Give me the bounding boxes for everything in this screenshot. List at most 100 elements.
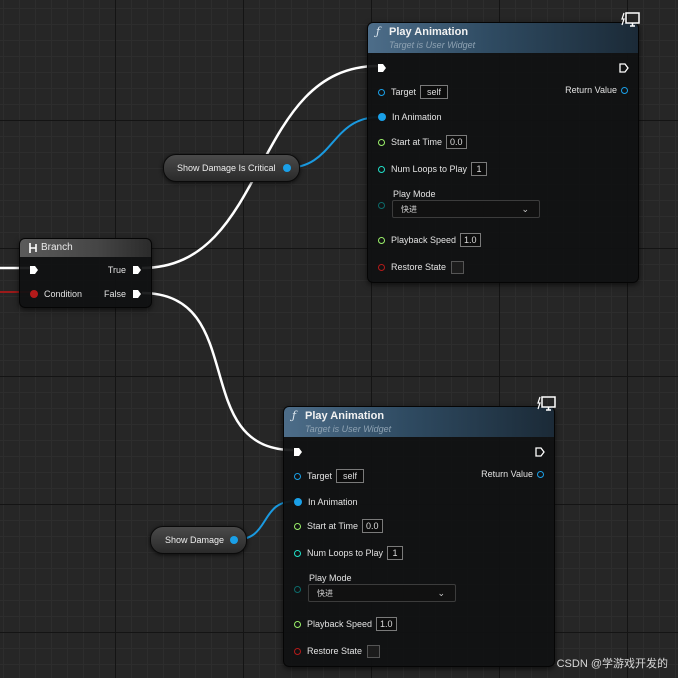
playback-speed-field[interactable]: 1.0	[376, 617, 397, 631]
start-time-label: Start at Time	[307, 521, 359, 531]
target-row[interactable]: Target self	[294, 468, 365, 484]
restore-state-label: Restore State	[307, 646, 363, 656]
branch-true-row[interactable]: True	[108, 262, 143, 278]
variable-output-pin[interactable]	[283, 164, 291, 172]
target-label: Target	[391, 87, 417, 97]
num-loops-label: Num Loops to Play	[391, 164, 468, 174]
anim-wire-critical	[285, 116, 381, 169]
num-loops-field[interactable]: 1	[471, 162, 488, 176]
play-mode-value: 快进	[317, 588, 333, 598]
playback-speed-row[interactable]: Playback Speed 1.0	[378, 232, 481, 248]
num-loops-field[interactable]: 1	[387, 546, 404, 560]
exec-in-row[interactable]	[292, 444, 304, 460]
play-animation-node-1[interactable]: ƒ Play Animation Target is User Widget T…	[367, 12, 640, 283]
target-row[interactable]: Target self	[378, 84, 449, 100]
node-subtitle: Target is User Widget	[305, 424, 392, 434]
num-loops-row[interactable]: Num Loops to Play 1	[294, 545, 404, 561]
play-mode-pin[interactable]	[294, 586, 301, 593]
playback-speed-field[interactable]: 1.0	[460, 233, 481, 247]
exec-out-true-pin[interactable]	[131, 264, 143, 276]
in-animation-pin[interactable]	[294, 498, 302, 506]
branch-false-row[interactable]: False	[104, 286, 143, 302]
play-mode-label: Play Mode	[309, 573, 352, 583]
variable-output-pin[interactable]	[230, 536, 238, 544]
restore-state-pin[interactable]	[294, 647, 301, 655]
play-mode-label: Play Mode	[393, 189, 436, 199]
exec-wire-false	[141, 291, 294, 452]
play-mode-dropdown[interactable]: 快进 ⌄	[308, 584, 456, 602]
exec-out-row[interactable]	[534, 444, 546, 460]
in-animation-label: In Animation	[392, 112, 442, 122]
start-time-row[interactable]: Start at Time 0.0	[294, 518, 383, 534]
branch-condition-row[interactable]: Condition	[30, 286, 82, 302]
return-value-label: Return Value	[565, 85, 617, 95]
restore-state-row[interactable]: Restore State	[378, 259, 465, 275]
in-animation-row[interactable]: In Animation	[294, 494, 358, 510]
target-value-field[interactable]: self	[420, 85, 449, 99]
exec-in-pin[interactable]	[292, 446, 304, 458]
restore-state-checkbox[interactable]	[451, 260, 465, 274]
function-icon: ƒ	[292, 409, 297, 422]
monitor-icon	[621, 12, 640, 27]
exec-in-pin[interactable]	[376, 62, 388, 74]
playback-speed-row[interactable]: Playback Speed 1.0	[294, 616, 397, 632]
start-time-pin[interactable]	[294, 522, 301, 530]
num-loops-pin[interactable]	[294, 549, 301, 557]
restore-state-label: Restore State	[391, 262, 447, 272]
play-animation-node-2[interactable]: ƒ Play Animation Target is User Widget T…	[283, 396, 556, 667]
in-animation-row[interactable]: In Animation	[378, 109, 442, 125]
exec-out-row[interactable]	[618, 60, 630, 76]
play-mode-dropdown[interactable]: 快进 ⌄	[392, 200, 540, 218]
in-animation-label: In Animation	[308, 497, 358, 507]
restore-state-row[interactable]: Restore State	[294, 643, 381, 659]
branch-exec-in-row[interactable]	[28, 262, 40, 278]
exec-out-false-pin[interactable]	[131, 288, 143, 300]
node-header[interactable]: ƒ Play Animation Target is User Widget	[284, 396, 556, 437]
chevron-down-icon: ⌄	[437, 588, 445, 598]
num-loops-label: Num Loops to Play	[307, 548, 384, 558]
num-loops-pin[interactable]	[378, 165, 385, 173]
node-title: Play Animation	[389, 26, 469, 38]
condition-pin[interactable]	[30, 290, 38, 298]
show-damage-node[interactable]: Show Damage	[150, 526, 247, 554]
branch-header[interactable]: Branch	[20, 239, 151, 257]
return-value-row[interactable]: Return Value	[481, 466, 544, 482]
playback-speed-pin[interactable]	[294, 620, 301, 628]
target-pin[interactable]	[378, 88, 385, 96]
start-time-field[interactable]: 0.0	[362, 519, 383, 533]
branch-icon	[29, 243, 37, 253]
start-time-pin[interactable]	[378, 138, 385, 146]
monitor-icon	[537, 396, 556, 411]
target-value-field[interactable]: self	[336, 469, 365, 483]
start-time-field[interactable]: 0.0	[446, 135, 467, 149]
return-value-row[interactable]: Return Value	[565, 82, 628, 98]
num-loops-row[interactable]: Num Loops to Play 1	[378, 161, 488, 177]
exec-out-pin[interactable]	[534, 446, 546, 458]
in-animation-pin[interactable]	[378, 113, 386, 121]
return-value-pin[interactable]	[537, 470, 544, 478]
play-mode-pin[interactable]	[378, 202, 385, 209]
play-mode-value: 快进	[401, 204, 417, 214]
start-time-row[interactable]: Start at Time 0.0	[378, 134, 467, 150]
restore-state-checkbox[interactable]	[367, 644, 381, 658]
branch-false-label: False	[103, 289, 126, 299]
show-damage-is-critical-node[interactable]: Show Damage Is Critical	[163, 154, 300, 182]
playback-speed-pin[interactable]	[378, 236, 385, 244]
watermark: CSDN @学游戏开发的	[556, 658, 668, 670]
exec-in-row[interactable]	[376, 60, 388, 76]
exec-out-pin[interactable]	[618, 62, 630, 74]
function-icon: ƒ	[376, 25, 381, 38]
variable-label: Show Damage	[165, 535, 225, 545]
variable-label: Show Damage Is Critical	[177, 163, 276, 173]
return-value-pin[interactable]	[621, 86, 628, 94]
restore-state-pin[interactable]	[378, 263, 385, 271]
branch-condition-label: Condition	[44, 289, 83, 299]
node-header[interactable]: ƒ Play Animation Target is User Widget	[368, 12, 640, 53]
target-label: Target	[307, 471, 333, 481]
branch-node[interactable]: Branch True Condition False	[19, 238, 152, 308]
target-pin[interactable]	[294, 472, 301, 480]
exec-in-pin[interactable]	[28, 264, 40, 276]
branch-title: Branch	[41, 242, 73, 253]
node-title: Play Animation	[305, 410, 385, 422]
start-time-label: Start at Time	[391, 137, 443, 147]
